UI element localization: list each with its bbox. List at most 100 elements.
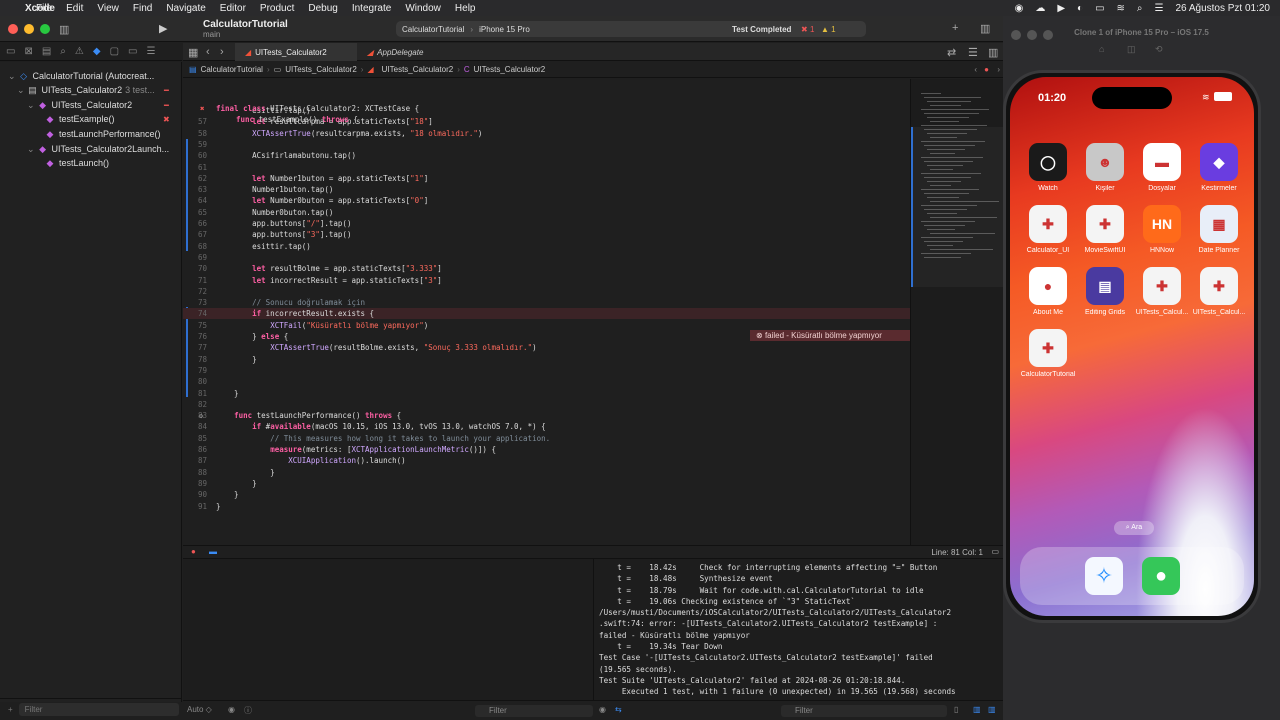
code-line[interactable]: 72	[183, 286, 910, 297]
add-icon[interactable]: +	[8, 705, 13, 714]
chevron-down-icon[interactable]: ⌄	[27, 100, 35, 111]
menubar-datetime[interactable]: 26 Ağustos Pzt 01:20	[1175, 3, 1270, 14]
search-icon[interactable]: ⌕	[1137, 3, 1143, 14]
source-control-icon[interactable]: ⊠	[24, 46, 32, 57]
warning-count-badge[interactable]: ▲ 1	[821, 25, 836, 34]
nav-item-test-launch-performance[interactable]: ◆ testLaunchPerformance()	[45, 127, 161, 141]
error-nav-icon[interactable]: ●	[984, 65, 989, 74]
grid-icon[interactable]: ▦	[188, 46, 198, 59]
inspector-toggle-icon[interactable]: ▥	[980, 22, 990, 35]
menu-view[interactable]: View	[97, 3, 119, 14]
code-line[interactable]: 79	[183, 365, 910, 376]
menu-editor[interactable]: Editor	[220, 3, 246, 14]
app-icon[interactable]: ✚ Calculator_UI	[1020, 205, 1076, 254]
code-line[interactable]: 68 esittir.tap()	[183, 241, 910, 252]
code-line[interactable]: 87 XCUIApplication().launch()	[183, 455, 910, 466]
cloud-icon[interactable]: ☁	[1035, 3, 1045, 14]
messages-icon[interactable]: ●	[1142, 557, 1180, 595]
code-line[interactable]: 70 let resultBolme = app.staticTexts["3.…	[183, 263, 910, 274]
hide-debug-icon[interactable]: ▭	[991, 547, 999, 556]
breakpoint-status-icon[interactable]: ●	[191, 547, 196, 556]
minimap-viewport[interactable]	[911, 127, 1004, 287]
nav-item-project[interactable]: ⌄ ◇ CalculatorTutorial (Autocreat...	[8, 69, 154, 83]
adjust-editor-icon[interactable]: ☰	[968, 46, 978, 59]
chevron-left-icon[interactable]: ‹	[974, 65, 977, 74]
code-line[interactable]: 83 func testLaunchPerformance() throws {…	[183, 410, 910, 421]
menu-debug[interactable]: Debug	[308, 3, 337, 14]
split-editor-icon[interactable]: ▥	[988, 46, 998, 59]
wifi-icon[interactable]: ≋	[1117, 3, 1125, 14]
code-line[interactable]: 78 }	[183, 354, 910, 365]
code-line[interactable]: 91}	[183, 501, 910, 512]
nav-item-test-target[interactable]: ⌄ ▤ UITests_Calculator2 3 test... ━	[17, 83, 169, 97]
chevron-down-icon[interactable]: ⌄	[27, 144, 35, 155]
nav-item-test-example[interactable]: ◆ testExample() ✖	[45, 112, 170, 126]
app-icon[interactable]: ▬ Dosyalar	[1134, 143, 1190, 192]
auto-selector[interactable]: Auto ◇	[187, 705, 212, 714]
code-line[interactable]: 64 let Number0buton = app.staticTexts["0…	[183, 195, 910, 206]
app-icon[interactable]: ✚ UITests_Calcul...	[1191, 267, 1247, 316]
code-line[interactable]: 65 Number0buton.tap()	[183, 207, 910, 218]
code-line[interactable]: 84 if #available(macOS 10.15, iOS 13.0, …	[183, 421, 910, 432]
report-icon[interactable]: ☰	[146, 46, 155, 57]
code-line[interactable]: 80	[183, 376, 910, 387]
back-icon[interactable]: ‹	[206, 46, 210, 58]
code-line[interactable]: 58 XCTAssertTrue(resultcarpma.exists, "1…	[183, 128, 910, 139]
safari-icon[interactable]: ✧	[1085, 557, 1123, 595]
minimize-window-button[interactable]	[24, 24, 34, 34]
app-icon[interactable]: ☻ Kişiler	[1077, 143, 1133, 192]
console-output-icon[interactable]: ⇆	[615, 705, 622, 714]
code-line[interactable]: 71 let incorrectResult = app.staticTexts…	[183, 275, 910, 286]
code-line[interactable]: 63 Number1buton.tap()	[183, 184, 910, 195]
app-icon[interactable]: ✚ CalculatorTutorial	[1020, 329, 1076, 378]
code-line[interactable]: 77 XCTAssertTrue(resultBolme.exists, "So…	[183, 342, 910, 353]
sidebar-toggle-icon[interactable]: ▥	[59, 23, 69, 36]
variables-view[interactable]	[183, 559, 594, 700]
issue-icon[interactable]: ⚠	[75, 46, 84, 57]
nav-item-test-class[interactable]: ⌄ ◆ UITests_Calculator2 ━	[27, 98, 169, 112]
app-icon[interactable]: ◆ Kestirmeler	[1191, 143, 1247, 192]
breakpoint-icon[interactable]: ▭	[128, 46, 137, 57]
eye-icon[interactable]: ◉	[599, 705, 606, 714]
app-icon[interactable]: ✚ UITests_Calcul...	[1134, 267, 1190, 316]
code-line[interactable]: 66 app.buttons["/"].tap()	[183, 218, 910, 229]
variables-filter-input[interactable]: Filter	[475, 705, 593, 717]
code-line[interactable]: 61	[183, 162, 910, 173]
code-line[interactable]: 86 measure(metrics: [XCTApplicationLaunc…	[183, 444, 910, 455]
forward-icon[interactable]: ›	[220, 46, 224, 58]
menu-help[interactable]: Help	[455, 3, 476, 14]
play-icon[interactable]: ▶	[1057, 3, 1065, 14]
code-line[interactable]: 67 app.buttons["3"].tap()	[183, 229, 910, 240]
add-icon[interactable]: +	[952, 22, 958, 34]
record-icon[interactable]: ◉	[1015, 3, 1024, 14]
test-diamond-icon[interactable]: ◇	[199, 410, 204, 421]
code-line[interactable]: 60 ACsifirlamabutonu.tap()	[183, 150, 910, 161]
split-left-icon[interactable]: ▥	[973, 705, 981, 714]
battery-icon[interactable]: ▭	[1095, 3, 1104, 14]
home-screen[interactable]: 01:20 ≋ ◯ Watch ☻ Kişiler ▬ Dosyalar ◆ Kestirme…	[1010, 77, 1254, 616]
code-line[interactable]: 73 // Sonucu doğrulamak için	[183, 297, 910, 308]
navigator-filter-input[interactable]: Filter	[18, 703, 179, 716]
code-line[interactable]: 62 let Number1buton = app.staticTexts["1…	[183, 173, 910, 184]
code-line[interactable]: 85 // This measures how long it takes to…	[183, 433, 910, 444]
debug-toggle-icon[interactable]: ▬	[209, 547, 217, 556]
code-line[interactable]: 89 }	[183, 478, 910, 489]
nav-item-launch-tests[interactable]: ⌄ ◆ UITests_Calculator2Launch...	[27, 142, 169, 156]
info-icon[interactable]: ⓘ	[244, 705, 252, 716]
scheme-selector[interactable]: CalculatorTutorial › iPhone 15 Pro Test …	[396, 21, 866, 37]
app-icon[interactable]: HN HNNow	[1134, 205, 1190, 254]
menu-navigate[interactable]: Navigate	[166, 3, 205, 14]
app-icon[interactable]: ✚ MovieSwiftUI	[1077, 205, 1133, 254]
test-navigator-icon[interactable]: ◆	[93, 46, 101, 57]
breadcrumb-item[interactable]: UITests_Calculator2	[285, 65, 357, 74]
menu-app-name[interactable]: Xcode	[12, 3, 68, 14]
tab-uitests-calculator2[interactable]: ◢ UITests_Calculator2	[235, 43, 357, 61]
code-line[interactable]: 69	[183, 252, 910, 263]
error-count-badge[interactable]: ✖ 1	[801, 25, 814, 34]
app-icon[interactable]: ▦ Date Planner	[1191, 205, 1247, 254]
destination-name[interactable]: iPhone 15 Pro	[479, 25, 530, 34]
find-icon[interactable]: ⌕	[60, 46, 66, 57]
chevron-right-icon[interactable]: ›	[997, 65, 1000, 74]
scheme-name[interactable]: CalculatorTutorial	[402, 25, 464, 34]
code-line[interactable]: 74 if incorrectResult.exists {	[183, 308, 910, 320]
